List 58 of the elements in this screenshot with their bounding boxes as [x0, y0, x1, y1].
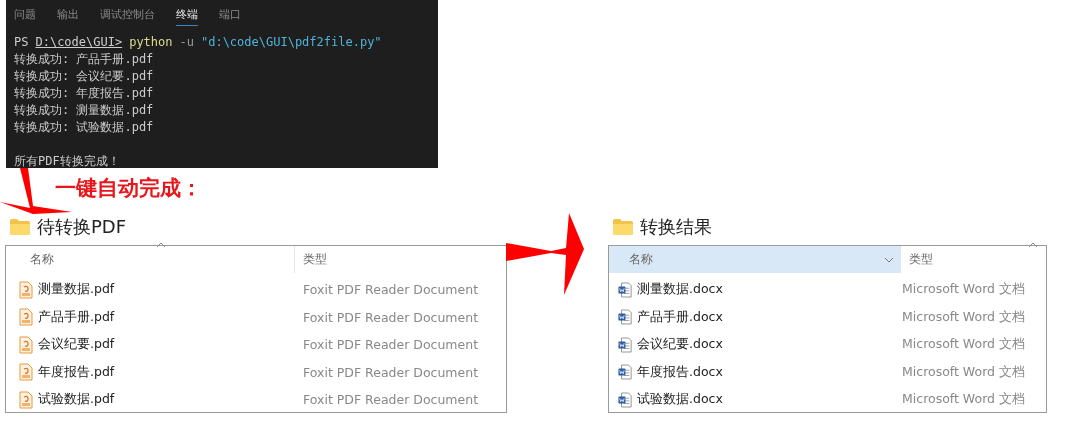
column-header[interactable]: 名称 [6, 246, 295, 273]
file-type: Foxit PDF Reader Document [303, 282, 479, 298]
output-line: 转换成功: 试验数据.pdf [14, 119, 154, 136]
file-type: Microsoft Word 文档 [902, 281, 1025, 299]
file-type: Foxit PDF Reader Document [303, 337, 479, 353]
file-type: Foxit PDF Reader Document [303, 309, 479, 325]
panel-tab[interactable]: 输出 [57, 4, 79, 25]
folder-title: 待转换PDF [37, 214, 127, 239]
pdf-file-icon [19, 335, 33, 354]
word-file-icon [618, 390, 632, 409]
word-file-icon [618, 280, 632, 299]
file-name[interactable]: 年度报告.pdf [38, 363, 115, 381]
pdf-file-icon [19, 363, 33, 382]
command-option-text: -u [179, 34, 194, 51]
file-type: Microsoft Word 文档 [902, 336, 1025, 354]
column-header[interactable]: 类型 [295, 246, 327, 273]
panel-tab[interactable]: 问题 [14, 4, 36, 25]
file-type: Microsoft Word 文档 [902, 363, 1025, 381]
folder-title: 转换结果 [640, 214, 712, 239]
chevron-down-icon[interactable] [884, 256, 894, 263]
sort-caret-icon [156, 242, 166, 248]
file-type: Microsoft Word 文档 [902, 308, 1025, 326]
file-name[interactable]: 产品手册.docx [637, 308, 723, 326]
folder-icon [9, 217, 31, 236]
output-line: 转换成功: 产品手册.pdf [14, 51, 154, 68]
file-name[interactable]: 年度报告.docx [637, 363, 723, 381]
panel-tab[interactable]: 端口 [219, 4, 241, 25]
panel-tab[interactable]: 调试控制台 [100, 4, 155, 25]
word-file-icon [618, 308, 632, 327]
file-name[interactable]: 会议纪要.docx [637, 336, 723, 354]
pdf-file-icon [19, 308, 33, 327]
panel-tab[interactable]: 终端 [176, 4, 198, 26]
output-line: 转换成功: 会议纪要.pdf [14, 68, 154, 85]
prompt-path: D:\code\GUI> [35, 34, 123, 51]
file-name[interactable]: 会议纪要.pdf [38, 336, 115, 354]
file-type: Microsoft Word 文档 [902, 391, 1025, 409]
file-name[interactable]: 试验数据.pdf [38, 391, 115, 409]
file-name[interactable]: 测量数据.docx [637, 281, 723, 299]
output-line: 转换成功: 测量数据.pdf [14, 102, 154, 119]
column-header[interactable]: 名称 [609, 246, 901, 273]
file-name[interactable]: 测量数据.pdf [38, 281, 115, 299]
file-type: Foxit PDF Reader Document [303, 364, 479, 380]
column-header[interactable]: 类型 [901, 246, 933, 273]
word-file-icon [618, 363, 632, 382]
command-text: python [129, 34, 173, 51]
folder-icon [612, 217, 634, 236]
file-name[interactable]: 试验数据.docx [637, 391, 723, 409]
command-argument: "d:\code\GUI\pdf2file.py" [200, 34, 382, 51]
output-line: 转换成功: 年度报告.pdf [14, 85, 154, 102]
file-name[interactable]: 产品手册.pdf [38, 308, 115, 326]
caption-text: 一键自动完成： [55, 175, 202, 202]
file-type: Foxit PDF Reader Document [303, 392, 479, 408]
pdf-file-icon [19, 280, 33, 299]
summary-line: 所有PDF转换完成！ [14, 153, 120, 170]
sort-caret-icon [1028, 242, 1038, 248]
word-file-icon [618, 335, 632, 354]
pdf-file-icon [19, 390, 33, 409]
prompt-text: PS [14, 34, 29, 51]
